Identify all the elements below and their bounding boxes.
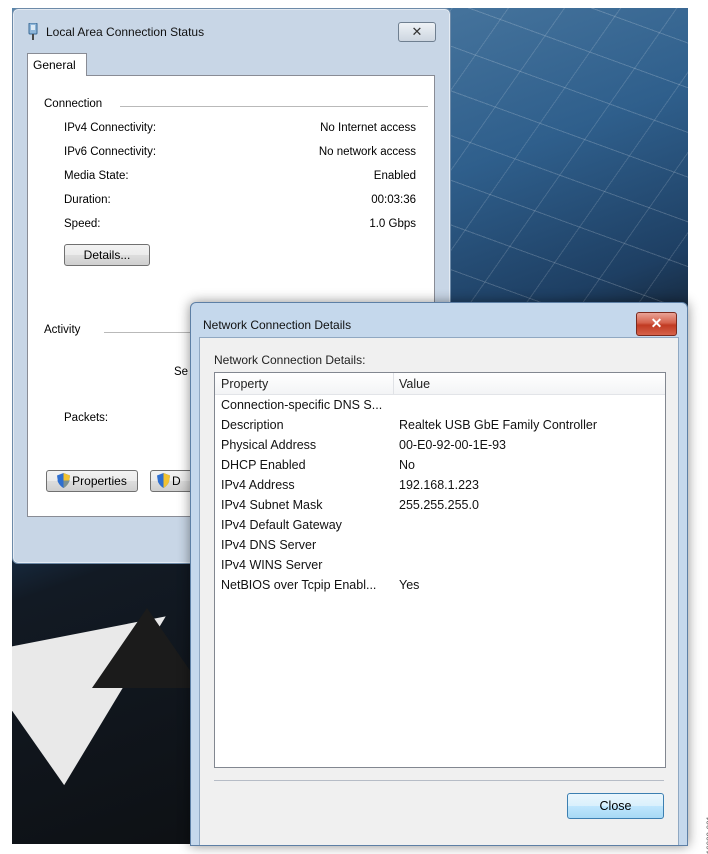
ipv4-connectivity-label: IPv4 Connectivity: [64, 122, 157, 134]
speed-label: Speed: [64, 218, 101, 230]
tab-general[interactable]: General [27, 53, 87, 76]
property-cell: Description [221, 418, 284, 432]
value-cell: 255.255.255.0 [399, 498, 479, 512]
status-window-title: Local Area Connection Status [46, 25, 205, 39]
property-cell: IPv4 WINS Server [221, 558, 323, 572]
column-header-value[interactable]: Value [399, 377, 430, 391]
ipv4-connectivity-value: No Internet access [320, 122, 416, 134]
list-item[interactable]: IPv4 WINS Server [215, 555, 665, 575]
property-cell: IPv4 DNS Server [221, 538, 317, 552]
status-titlebar[interactable]: Local Area Connection Status ✕ [13, 9, 450, 51]
wallpaper-logo-inner [92, 608, 202, 688]
uac-shield-icon [157, 473, 170, 488]
list-item[interactable]: Connection-specific DNS S... [215, 395, 665, 415]
media-state-value: Enabled [373, 170, 416, 182]
property-cell: Physical Address [221, 438, 317, 452]
activity-group-label: Activity [44, 324, 87, 336]
property-cell: DHCP Enabled [221, 458, 306, 472]
value-cell: Realtek USB GbE Family Controller [399, 418, 597, 432]
status-close-button[interactable]: ✕ [398, 22, 436, 42]
details-client-area: Network Connection Details: Property Val… [199, 337, 679, 845]
details-button[interactable]: Details... [64, 244, 150, 266]
value-cell: 00-E0-92-00-1E-93 [399, 438, 507, 452]
value-cell: No [399, 458, 415, 472]
duration-value: 00:03:36 [371, 194, 416, 206]
details-divider [214, 780, 664, 781]
column-header-property[interactable]: Property [221, 377, 268, 391]
property-cell: Connection-specific DNS S... [221, 398, 383, 412]
list-item[interactable]: Physical Address 00-E0-92-00-1E-93 [215, 435, 665, 455]
column-separator[interactable] [393, 373, 394, 394]
sent-label-partial: Se [174, 366, 189, 378]
value-cell: Yes [399, 578, 420, 592]
close-button[interactable]: Close [567, 793, 664, 819]
connection-group-divider [120, 106, 428, 107]
media-state-label: Media State: [64, 170, 129, 182]
property-cell: NetBIOS over Tcpip Enabl... [221, 578, 377, 592]
wallpaper-grid [432, 8, 688, 308]
list-item[interactable]: IPv4 DNS Server [215, 535, 665, 555]
packets-label: Packets: [64, 412, 109, 424]
connection-group-label: Connection [44, 98, 109, 110]
duration-label: Duration: [64, 194, 111, 206]
details-dialog-title: Network Connection Details [203, 318, 352, 332]
listview-header: Property Value [215, 373, 665, 395]
speed-value: 1.0 Gbps [369, 218, 416, 230]
value-cell: 192.168.1.223 [399, 478, 479, 492]
disable-button-label: D [172, 474, 181, 488]
network-adapter-icon [28, 23, 38, 40]
ipv6-connectivity-value: No network access [318, 146, 416, 158]
list-item[interactable]: DHCP Enabled No [215, 455, 665, 475]
ipv6-connectivity-label: IPv6 Connectivity: [64, 146, 157, 158]
list-item[interactable]: Description Realtek USB GbE Family Contr… [215, 415, 665, 435]
list-item[interactable]: NetBIOS over Tcpip Enabl... Yes [215, 575, 665, 595]
list-item[interactable]: IPv4 Address 192.168.1.223 [215, 475, 665, 495]
property-cell: IPv4 Subnet Mask [221, 498, 323, 512]
close-icon: ✕ [411, 24, 423, 39]
property-cell: IPv4 Address [221, 478, 295, 492]
close-icon: ✕ [650, 315, 663, 331]
uac-shield-icon [57, 473, 71, 488]
properties-button-label: Properties [72, 474, 127, 488]
list-item[interactable]: IPv4 Default Gateway [215, 515, 665, 535]
details-caption: Network Connection Details: [214, 353, 366, 367]
details-close-x-button[interactable]: ✕ [636, 312, 677, 336]
properties-button[interactable]: Properties [46, 470, 138, 492]
property-cell: IPv4 Default Gateway [221, 518, 342, 532]
network-details-dialog: Network Connection Details ✕ Network Con… [190, 302, 688, 846]
list-item[interactable]: IPv4 Subnet Mask 255.255.255.0 [215, 495, 665, 515]
details-listview[interactable]: Property Value Connection-specific DNS S… [214, 372, 666, 768]
